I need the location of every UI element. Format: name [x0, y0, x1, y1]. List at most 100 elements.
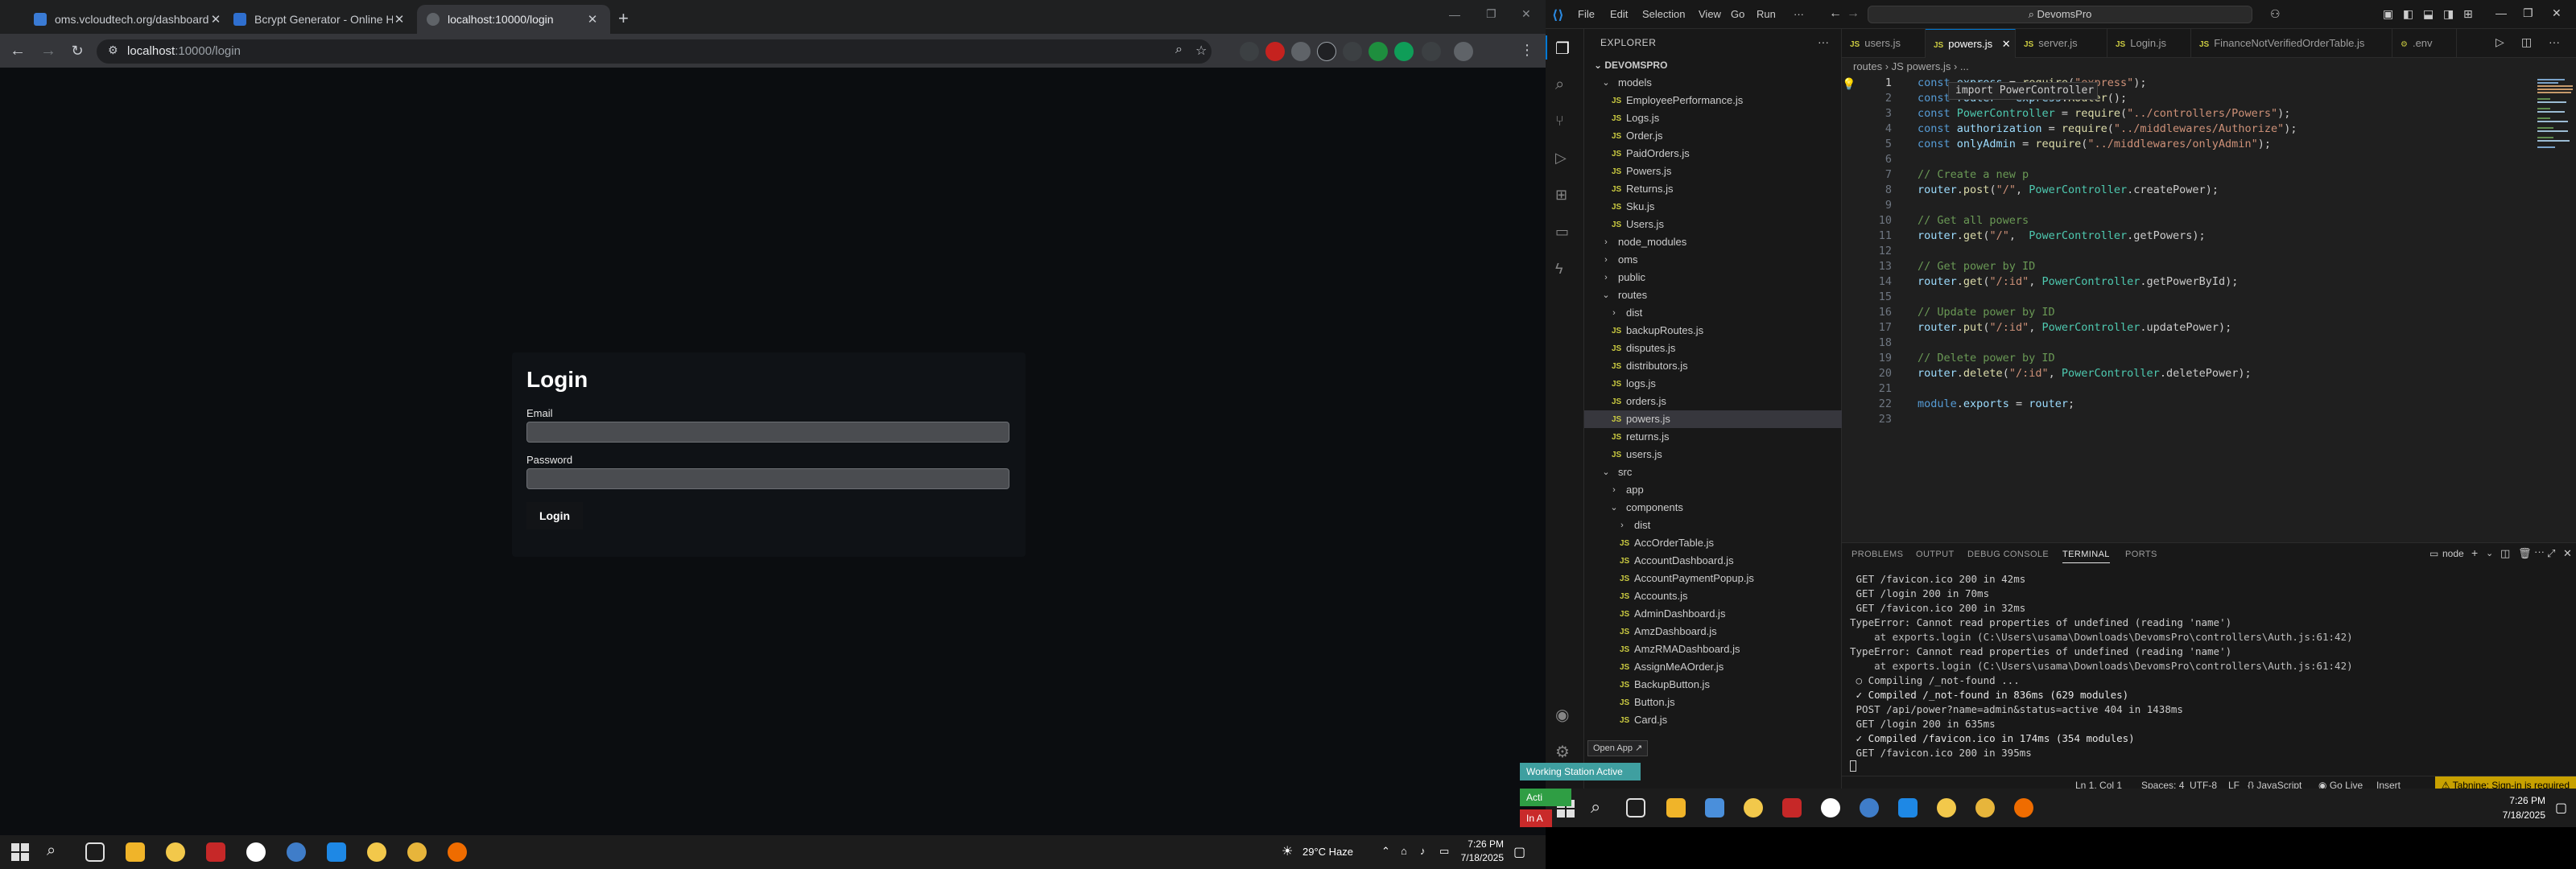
- menu-run[interactable]: Run: [1757, 8, 1776, 20]
- tree-file[interactable]: JS PaidOrders.js: [1584, 145, 1842, 163]
- code-line[interactable]: 22 module.exports = router;: [1842, 397, 2534, 412]
- chrome-icon[interactable]: [166, 842, 185, 862]
- manage-gear-icon[interactable]: ⚙: [1555, 742, 1575, 761]
- password-field[interactable]: [526, 468, 1009, 489]
- email-field[interactable]: [526, 422, 1009, 443]
- clock-date[interactable]: 7/18/2025: [2496, 809, 2545, 821]
- close-tab-icon[interactable]: ✕: [209, 12, 222, 27]
- code-line[interactable]: 6: [1842, 152, 2534, 167]
- code-line[interactable]: 16 // Update power by ID: [1842, 305, 2534, 320]
- breadcrumb[interactable]: routes › JS powers.js › ...: [1842, 58, 2576, 76]
- open-app-button[interactable]: Open App ↗: [1587, 740, 1649, 756]
- close-tab-icon[interactable]: ✕: [586, 12, 599, 27]
- windows-start-icon[interactable]: [11, 843, 29, 861]
- tree-file[interactable]: JS AccountDashboard.js: [1584, 552, 1842, 570]
- notifications-icon[interactable]: ▢: [2555, 800, 2567, 816]
- menu-selection[interactable]: Selection: [1642, 8, 1685, 20]
- command-center-search[interactable]: ⌕ DevomsPro: [1868, 6, 2252, 23]
- editor-tab[interactable]: JS FinanceNotVerifiedOrderTable.js: [2191, 29, 2392, 58]
- terminal-output[interactable]: GET /favicon.ico 200 in 42ms GET /login …: [1842, 572, 2576, 773]
- toggle-panel-icon[interactable]: ⬓: [2423, 7, 2434, 21]
- tree-file[interactable]: JS Order.js: [1584, 127, 1842, 145]
- copilot-icon[interactable]: ⚇: [2270, 7, 2281, 21]
- split-editor-icon[interactable]: ◫: [2521, 35, 2532, 49]
- tree-folder[interactable]: ⌄ models: [1584, 74, 1842, 92]
- code-line[interactable]: 1const express = require("express");: [1842, 76, 2534, 91]
- minimize-icon[interactable]: —: [2496, 6, 2507, 19]
- code-line[interactable]: 23: [1842, 412, 2534, 427]
- thunder-client-icon[interactable]: ϟ: [1555, 261, 1575, 280]
- run-debug-icon[interactable]: ▷: [1555, 150, 1575, 169]
- battery-icon[interactable]: ▭: [1439, 845, 1449, 858]
- panel-tab-output[interactable]: OUTPUT: [1916, 550, 1955, 559]
- extension-fd-icon[interactable]: [1317, 42, 1336, 61]
- back-arrow-icon[interactable]: ←: [1829, 6, 1842, 21]
- postman-icon[interactable]: [2014, 798, 2033, 818]
- more-actions-icon[interactable]: ···: [2549, 35, 2560, 48]
- code-line[interactable]: 10 // Get all powers: [1842, 213, 2534, 229]
- tree-file[interactable]: JS orders.js: [1584, 393, 1842, 410]
- tree-file[interactable]: JS users.js: [1584, 446, 1842, 463]
- profile-avatar[interactable]: [1454, 42, 1473, 61]
- working-station-notification[interactable]: Working Station Active: [1520, 763, 1641, 780]
- tree-file[interactable]: JS returns.js: [1584, 428, 1842, 446]
- reload-icon[interactable]: ↻: [68, 41, 87, 60]
- code-line[interactable]: 2const router = express.Router();: [1842, 91, 2534, 106]
- new-tab-button[interactable]: +: [618, 8, 629, 29]
- code-line[interactable]: 14 router.get("/:id", PowerController.get…: [1842, 274, 2534, 290]
- trash-icon[interactable]: 🗑: [2518, 547, 2532, 560]
- editor-tab[interactable]: JS server.js: [2016, 29, 2107, 58]
- network-icon[interactable]: ⌂: [1401, 845, 1407, 857]
- back-arrow-icon[interactable]: ←: [8, 41, 27, 60]
- tree-file[interactable]: JS Button.js: [1584, 694, 1842, 711]
- tree-file[interactable]: JS disputes.js: [1584, 340, 1842, 357]
- toggle-sidebar-icon[interactable]: ◧: [2403, 7, 2413, 21]
- tree-file[interactable]: JS AmzDashboard.js: [1584, 623, 1842, 640]
- code-line[interactable]: 21: [1842, 381, 2534, 397]
- forward-arrow-icon[interactable]: →: [1847, 6, 1860, 21]
- tree-folder[interactable]: › app: [1584, 481, 1842, 499]
- toggle-secondary-sidebar-icon[interactable]: ◨: [2443, 7, 2454, 21]
- explorer-icon[interactable]: ❐: [1555, 39, 1575, 58]
- status-notification[interactable]: In A: [1520, 809, 1552, 827]
- menu-more[interactable]: ···: [1794, 8, 1804, 20]
- task-view-icon[interactable]: [85, 842, 105, 862]
- extensions-puzzle-icon[interactable]: [1422, 42, 1441, 61]
- bookmark-star-icon[interactable]: ☆: [1195, 43, 1207, 59]
- notifications-icon[interactable]: ▢: [1513, 844, 1525, 860]
- lightbulb-icon[interactable]: 💡: [1842, 77, 1856, 90]
- tree-folder[interactable]: › dist: [1584, 304, 1842, 322]
- split-terminal-icon[interactable]: ◫: [2500, 547, 2510, 560]
- address-bar[interactable]: ⚙ localhost:10000/login ⌕ ☆: [97, 39, 1212, 64]
- minimap[interactable]: [2534, 76, 2576, 542]
- chrome-icon[interactable]: [1744, 798, 1763, 818]
- browser-tab-oms[interactable]: oms.vcloudtech.org/dashboard ✕: [24, 5, 233, 34]
- close-window-icon[interactable]: ✕: [2552, 6, 2562, 20]
- extension-circle-icon[interactable]: [1291, 42, 1311, 61]
- tree-file[interactable]: JS AdminDashboard.js: [1584, 605, 1842, 623]
- code-line[interactable]: 13 // Get power by ID: [1842, 259, 2534, 274]
- menu-go[interactable]: Go: [1731, 8, 1744, 20]
- tree-folder[interactable]: › public: [1584, 269, 1842, 286]
- tree-file[interactable]: JS backupRoutes.js: [1584, 322, 1842, 340]
- close-tab-icon[interactable]: ✕: [393, 12, 406, 27]
- accounts-icon[interactable]: ◉: [1555, 705, 1575, 724]
- menu-file[interactable]: File: [1578, 8, 1595, 20]
- store-icon[interactable]: [1705, 798, 1724, 818]
- run-file-icon[interactable]: ▷: [2496, 35, 2504, 49]
- tree-folder[interactable]: ⌄ src: [1584, 463, 1842, 481]
- tree-file[interactable]: JS AmzRMADashboard.js: [1584, 640, 1842, 658]
- app-white-icon[interactable]: [1821, 798, 1840, 818]
- extensions-icon[interactable]: ⊞: [1555, 187, 1575, 206]
- extension-x-icon[interactable]: [1265, 42, 1285, 61]
- code-line[interactable]: 15: [1842, 290, 2534, 305]
- search-icon[interactable]: ⌕: [1591, 797, 1600, 818]
- chevron-down-icon[interactable]: ⌄: [2486, 548, 2493, 558]
- clock-date[interactable]: 7/18/2025: [1454, 852, 1504, 863]
- code-line[interactable]: 3 const PowerController = require("../con…: [1842, 106, 2534, 121]
- editor-tab[interactable]: ⚙ .env: [2392, 29, 2457, 58]
- forward-arrow-icon[interactable]: →: [39, 41, 58, 60]
- tree-file[interactable]: JS AccOrderTable.js: [1584, 534, 1842, 552]
- tree-file[interactable]: JS logs.js: [1584, 375, 1842, 393]
- tree-folder[interactable]: ⌄ routes: [1584, 286, 1842, 304]
